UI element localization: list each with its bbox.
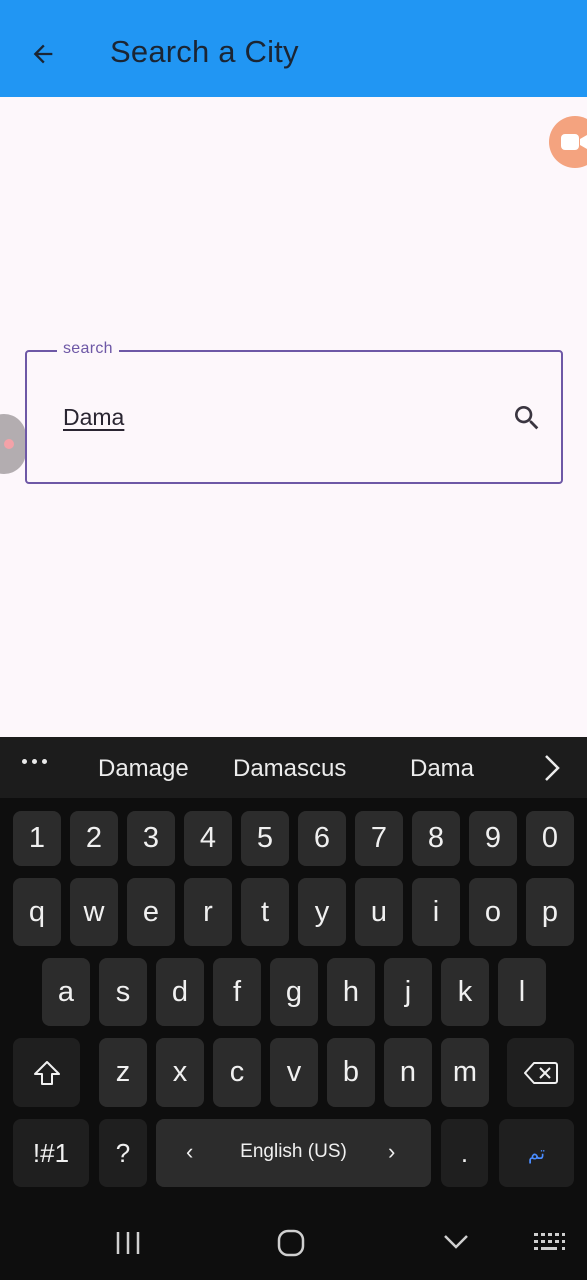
suggestion-item[interactable]: Dama	[410, 755, 474, 783]
key-t[interactable]: t	[241, 878, 289, 946]
period-key[interactable]: .	[441, 1119, 488, 1187]
key-c[interactable]: c	[213, 1038, 261, 1107]
floating-video-button[interactable]	[549, 116, 587, 168]
key-n[interactable]: n	[384, 1038, 432, 1107]
key-a[interactable]: a	[42, 958, 90, 1026]
suggestion-item[interactable]: Damage	[98, 755, 189, 783]
back-button[interactable]	[22, 33, 64, 75]
shift-icon	[33, 1060, 60, 1085]
app-bar: Search a City	[0, 0, 587, 97]
soft-keyboard: Damage Damascus Dama 1234567890 qwertyui…	[0, 737, 587, 1280]
suggestion-item[interactable]: Damascus	[233, 755, 346, 783]
key-7[interactable]: 7	[355, 811, 403, 866]
key-8[interactable]: 8	[412, 811, 460, 866]
key-r[interactable]: r	[184, 878, 232, 946]
arrow-left-icon	[33, 44, 53, 64]
backspace-icon	[523, 1061, 558, 1084]
key-1[interactable]: 1	[13, 811, 61, 866]
key-o[interactable]: o	[469, 878, 517, 946]
more-options-icon[interactable]	[22, 759, 47, 764]
key-0[interactable]: 0	[526, 811, 574, 866]
key-w[interactable]: w	[70, 878, 118, 946]
search-icon[interactable]	[511, 402, 543, 434]
chevron-right-icon[interactable]	[540, 753, 564, 783]
search-field[interactable]: search Dama	[25, 340, 563, 484]
page-title: Search a City	[110, 34, 299, 69]
key-9[interactable]: 9	[469, 811, 517, 866]
key-m[interactable]: m	[441, 1038, 489, 1107]
bubble-dot	[4, 439, 14, 449]
keyboard-icon[interactable]	[533, 1232, 565, 1254]
recents-icon[interactable]	[115, 1230, 141, 1256]
chevron-right-icon: ›	[388, 1139, 396, 1164]
navigation-bar	[0, 1206, 587, 1280]
key-q[interactable]: q	[13, 878, 61, 946]
key-f[interactable]: f	[213, 958, 261, 1026]
home-icon[interactable]	[277, 1229, 305, 1257]
key-6[interactable]: 6	[298, 811, 346, 866]
key-z[interactable]: z	[99, 1038, 147, 1107]
key-d[interactable]: d	[156, 958, 204, 1026]
floating-bubble[interactable]	[0, 414, 26, 474]
key-5[interactable]: 5	[241, 811, 289, 866]
space-key[interactable]: ‹ English (US) ›	[156, 1119, 431, 1187]
done-key[interactable]: تم	[499, 1119, 574, 1187]
chevron-down-icon[interactable]	[442, 1232, 470, 1252]
search-label: search	[57, 340, 119, 358]
key-j[interactable]: j	[384, 958, 432, 1026]
symbols-key[interactable]: !#1	[13, 1119, 89, 1187]
key-s[interactable]: s	[99, 958, 147, 1026]
key-k[interactable]: k	[441, 958, 489, 1026]
suggestion-bar: Damage Damascus Dama	[0, 737, 587, 798]
key-u[interactable]: u	[355, 878, 403, 946]
key-l[interactable]: l	[498, 958, 546, 1026]
search-input[interactable]: Dama	[63, 404, 124, 431]
backspace-key[interactable]	[507, 1038, 574, 1107]
key-h[interactable]: h	[327, 958, 375, 1026]
shift-key[interactable]	[13, 1038, 80, 1107]
key-p[interactable]: p	[526, 878, 574, 946]
key-2[interactable]: 2	[70, 811, 118, 866]
key-i[interactable]: i	[412, 878, 460, 946]
key-y[interactable]: y	[298, 878, 346, 946]
question-key[interactable]: ?	[99, 1119, 147, 1187]
video-camera-icon	[561, 134, 587, 150]
key-3[interactable]: 3	[127, 811, 175, 866]
key-v[interactable]: v	[270, 1038, 318, 1107]
key-g[interactable]: g	[270, 958, 318, 1026]
key-b[interactable]: b	[327, 1038, 375, 1107]
key-4[interactable]: 4	[184, 811, 232, 866]
key-x[interactable]: x	[156, 1038, 204, 1107]
key-e[interactable]: e	[127, 878, 175, 946]
